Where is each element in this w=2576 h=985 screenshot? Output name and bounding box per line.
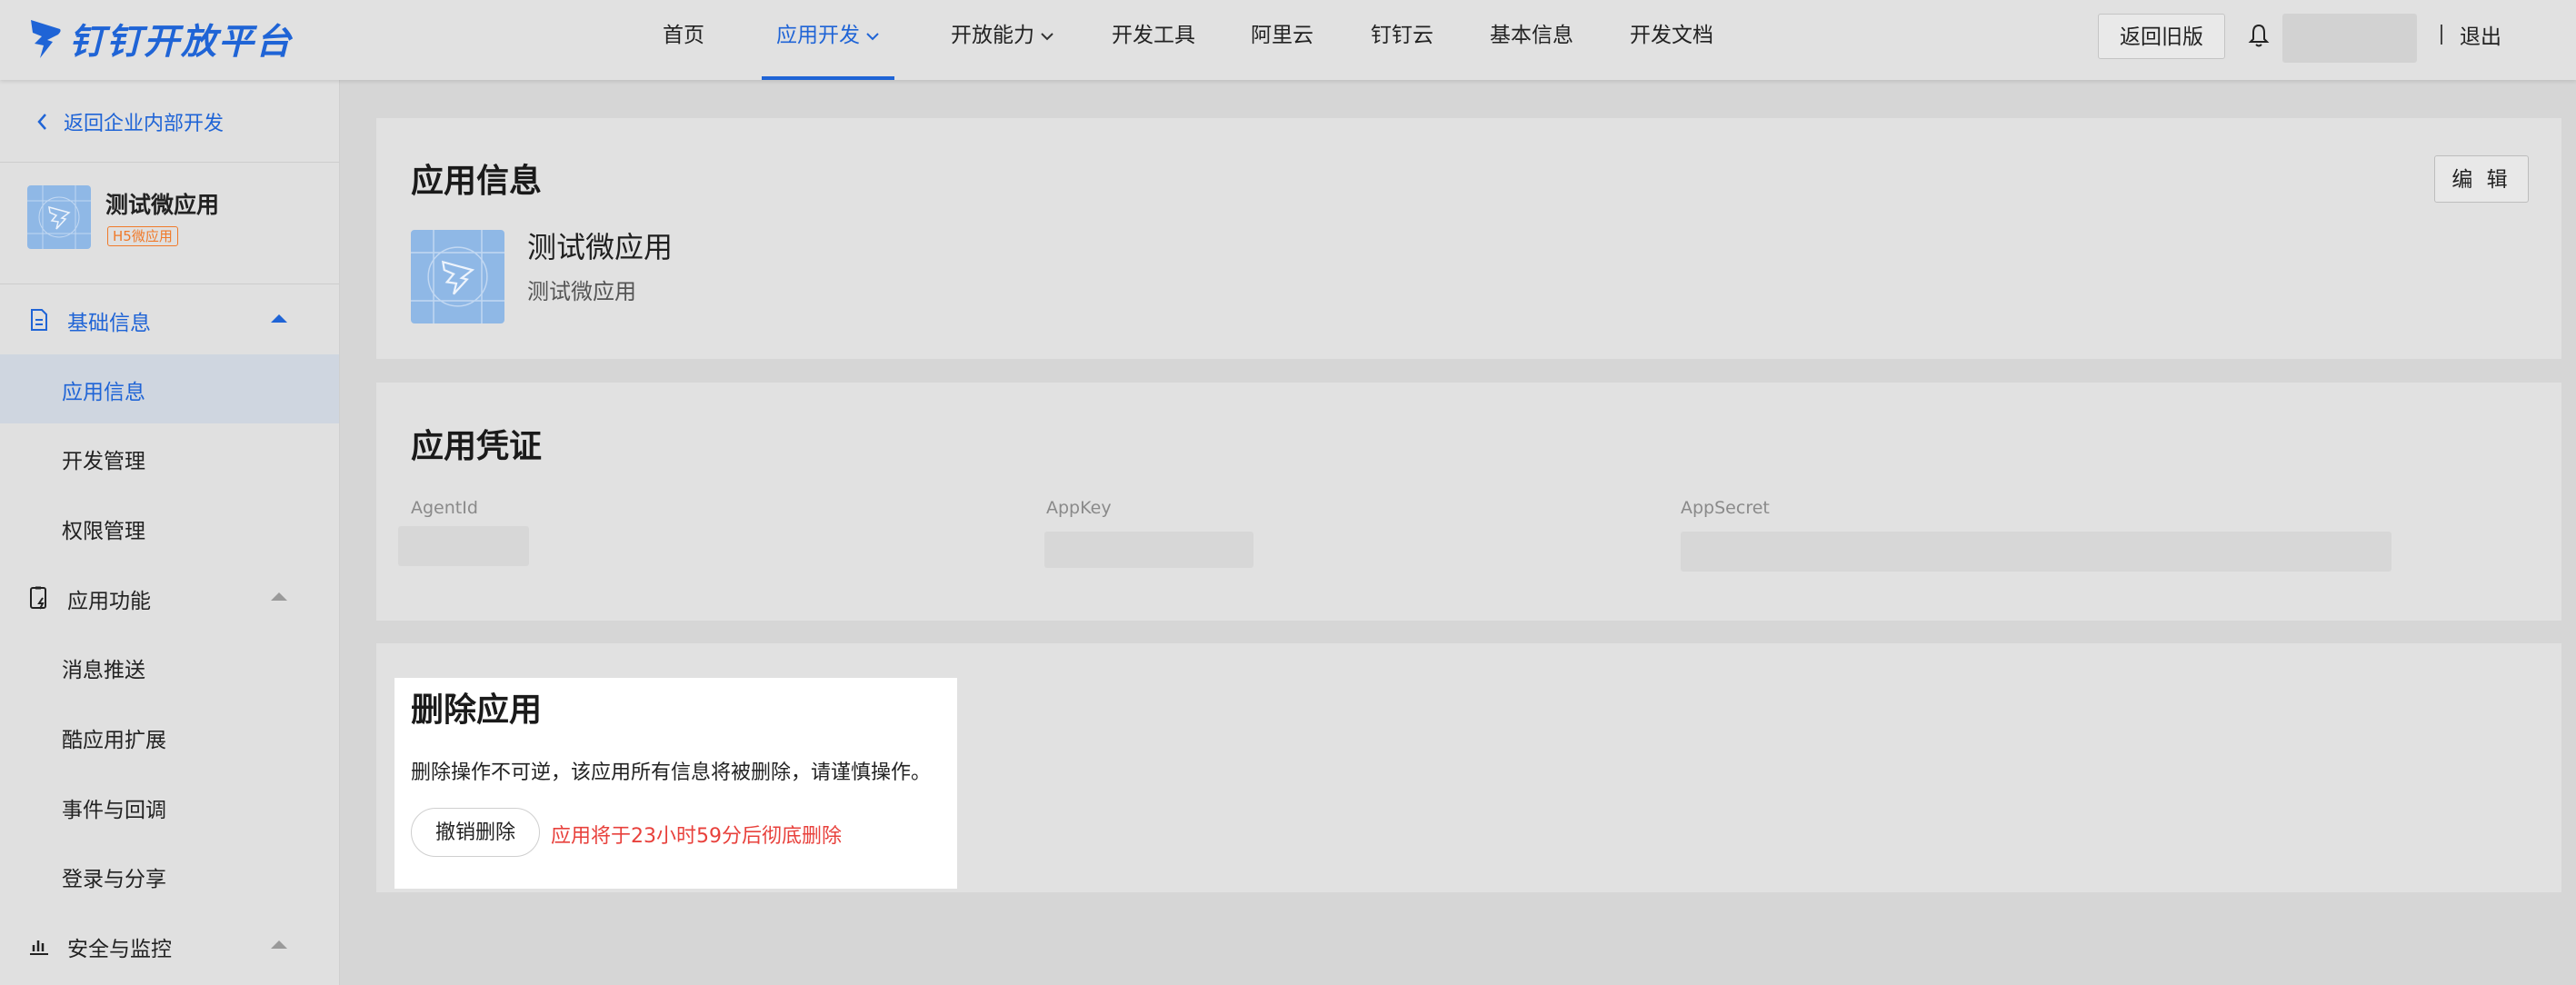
appkey-label: AppKey (1046, 498, 1112, 518)
nav-basic-info[interactable]: 基本信息 (1490, 0, 1573, 80)
menu-group-security-monitoring[interactable]: 安全与监控 (0, 911, 339, 980)
appkey-value-redacted[interactable] (1044, 532, 1253, 568)
collapse-caret-icon[interactable] (271, 940, 287, 949)
nav-label: 应用开发 (776, 24, 860, 47)
sidebar-item-message-push[interactable]: 消息推送 (0, 632, 339, 701)
nav-dev-docs[interactable]: 开发文档 (1630, 0, 1713, 80)
app-icon-large (411, 230, 504, 323)
menu-group-label: 安全与监控 (67, 938, 172, 961)
sidebar-item-app-info[interactable]: 应用信息 (0, 354, 339, 423)
nav-label: 开放能力 (951, 24, 1034, 47)
sidebar: 返回企业内部开发 测试微应用 H5微应用 基础信息 应用信息 开发管理 权限管理 (0, 80, 340, 985)
active-tab-indicator (762, 76, 894, 80)
sidebar-item-permission-management[interactable]: 权限管理 (0, 493, 339, 562)
app-info-title: 应用信息 (411, 163, 543, 200)
sidebar-item-login-share[interactable]: 登录与分享 (0, 841, 339, 910)
deletion-countdown-text: 应用将于23小时59分后彻底删除 (551, 825, 842, 848)
sidebar-item-label: 应用信息 (62, 381, 145, 404)
user-avatar-name[interactable] (2282, 14, 2417, 63)
sidebar-item-label: 消息推送 (62, 659, 145, 682)
menu-group-app-functions[interactable]: 应用功能 (0, 563, 339, 632)
nav-dingtalk-cloud[interactable]: 钉钉云 (1371, 0, 1433, 80)
app-name: 测试微应用 (527, 230, 674, 264)
menu-group-label: 应用功能 (67, 590, 151, 613)
sidebar-item-label: 开发管理 (62, 450, 145, 473)
back-label: 返回企业内部开发 (64, 113, 225, 135)
logout-link[interactable]: 退出 (2460, 19, 2501, 50)
chevron-left-icon (37, 114, 46, 130)
sidebar-item-dev-management[interactable]: 开发管理 (0, 423, 339, 492)
divider (0, 162, 339, 163)
credentials-title: 应用凭证 (411, 428, 543, 465)
back-to-internal-dev-link[interactable]: 返回企业内部开发 (36, 107, 224, 136)
app-info-card (376, 118, 2561, 359)
nav-aliyun[interactable]: 阿里云 (1251, 0, 1313, 80)
collapse-caret-icon[interactable] (271, 314, 287, 323)
chevron-down-icon (1041, 32, 1053, 40)
bar-chart-icon (30, 940, 48, 955)
sidebar-app-name: 测试微应用 (105, 192, 220, 218)
divider (2441, 25, 2442, 45)
agentid-value-redacted[interactable] (398, 526, 529, 566)
menu-group-basic-info[interactable]: 基础信息 (0, 285, 339, 354)
app-icon (27, 185, 91, 249)
nav-app-development[interactable]: 应用开发 (762, 0, 894, 80)
chevron-down-icon (866, 32, 879, 40)
undo-delete-button[interactable]: 撤销删除 (411, 808, 540, 857)
collapse-caret-icon[interactable] (271, 592, 287, 601)
menu-group-label: 基础信息 (67, 312, 151, 335)
nav-home[interactable]: 首页 (663, 0, 704, 80)
document-icon (31, 309, 47, 331)
delete-app-title: 删除应用 (411, 691, 543, 729)
appsecret-value-redacted[interactable] (1681, 532, 2391, 572)
nav-open-capabilities[interactable]: 开放能力 (951, 0, 1054, 80)
agentid-label: AgentId (411, 498, 478, 518)
sidebar-item-cool-app-extension[interactable]: 酷应用扩展 (0, 702, 339, 771)
app-logo-icon (27, 185, 91, 249)
sidebar-item-label: 酷应用扩展 (62, 729, 166, 752)
top-navigation-bar: 钉钉开放平台 首页 应用开发 开放能力 开发工具 阿里云 钉钉云 基本信息 开发… (0, 0, 2576, 80)
app-logo-icon (411, 230, 504, 323)
bell-icon[interactable] (2248, 23, 2270, 48)
app-type-badge: H5微应用 (107, 226, 178, 246)
sidebar-item-events-callbacks[interactable]: 事件与回调 (0, 772, 339, 841)
edit-button[interactable]: 编 辑 (2434, 155, 2529, 203)
delete-warning-text: 删除操作不可逆，该应用所有信息将被删除，请谨慎操作。 (411, 761, 932, 784)
sidebar-item-label: 事件与回调 (62, 799, 166, 822)
appsecret-label: AppSecret (1681, 498, 1770, 518)
mobile-bolt-icon (30, 586, 46, 610)
back-to-old-version-button[interactable]: 返回旧版 (2098, 14, 2225, 59)
credentials-card (376, 383, 2561, 621)
nav-dev-tools[interactable]: 开发工具 (1112, 0, 1195, 80)
sidebar-item-label: 权限管理 (62, 520, 145, 543)
delete-app-panel: 删除应用 删除操作不可逆，该应用所有信息将被删除，请谨慎操作。 撤销删除 应用将… (394, 678, 957, 889)
app-description: 测试微应用 (527, 279, 636, 304)
sidebar-item-label: 登录与分享 (62, 868, 166, 891)
